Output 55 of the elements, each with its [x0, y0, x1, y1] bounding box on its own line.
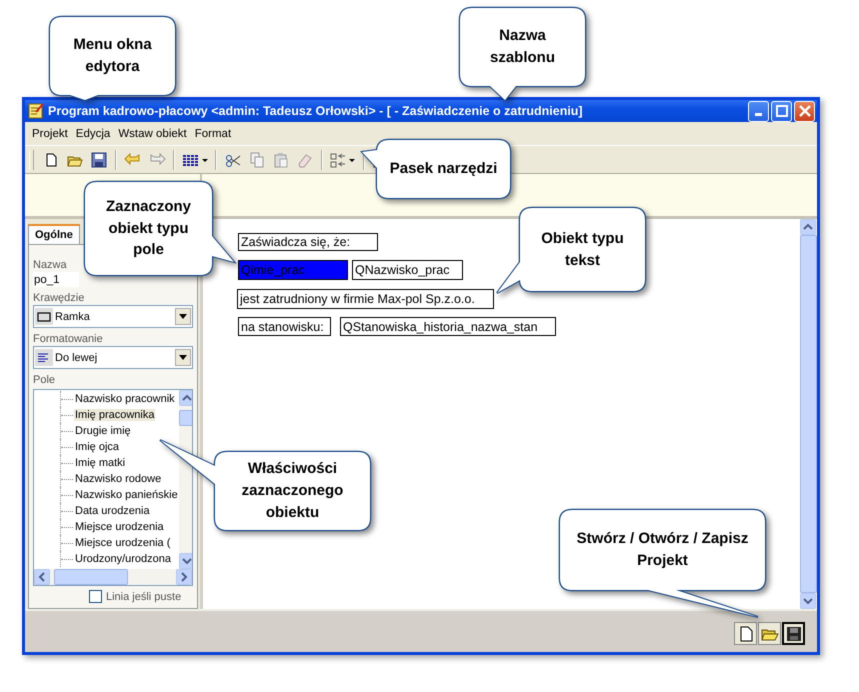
template-object[interactable]: QNazwisko_prac: [352, 260, 463, 280]
new-file-icon[interactable]: [734, 622, 757, 645]
tree-item[interactable]: Imię matki: [74, 457, 126, 469]
tree-item[interactable]: Nazwisko pracownik: [74, 393, 176, 405]
maximize-icon: [776, 105, 788, 117]
tree-item[interactable]: Data urodzenia: [74, 505, 151, 517]
tree-item[interactable]: Miejsce urodzenia: [74, 521, 165, 533]
tree-item[interactable]: Miejsce urodzenia (: [74, 537, 172, 549]
caret-icon: [179, 314, 187, 319]
rectangle-icon: [37, 312, 51, 322]
open-folder-icon[interactable]: [758, 622, 781, 645]
tree-item[interactable]: Urodzony/urodzona: [74, 553, 172, 565]
checkbox[interactable]: [89, 590, 102, 603]
field-label: Pole: [33, 374, 56, 386]
save-icon[interactable]: [782, 622, 805, 645]
tree-item[interactable]: Nazwisko panieńskie: [74, 489, 179, 501]
tree-item[interactable]: Imię ojca: [74, 441, 120, 453]
caret-icon: [179, 355, 187, 360]
callout-text: Zaznaczony obiekt typu pole: [104, 196, 192, 260]
callout-text: Obiekt typu tekst: [540, 228, 625, 270]
dropdown[interactable]: Do lewej: [33, 346, 193, 369]
scrollbar-thumb[interactable]: [54, 569, 128, 585]
dropdown[interactable]: Ramka: [33, 305, 193, 328]
maximize-button[interactable]: [771, 100, 792, 122]
minimize-button[interactable]: [748, 100, 769, 122]
tree-item[interactable]: Imię pracownika: [74, 409, 156, 421]
checkbox-label: Linia jeśli puste: [106, 590, 182, 602]
notepad-icon: [28, 103, 44, 119]
callout-text: Pasek narzędzi: [390, 159, 498, 180]
menu-item[interactable]: Format: [192, 128, 238, 140]
menu-item[interactable]: Wstaw obiekt: [116, 128, 193, 140]
template-object[interactable]: jest zatrudniony w firmie Max-pol Sp.z.o.o.: [237, 289, 494, 309]
tab[interactable]: Ogólne: [28, 224, 80, 244]
callout-text: Menu okna edytora: [72, 35, 153, 77]
close-button[interactable]: [794, 100, 815, 122]
scrollbar[interactable]: [34, 569, 192, 585]
tree-item[interactable]: Nazwisko rodowe: [74, 473, 162, 485]
close-icon: [798, 105, 810, 117]
field-label: Nazwa: [33, 259, 68, 271]
field-label: Formatowanie: [33, 333, 104, 345]
callout-text: Nazwa szablonu: [488, 26, 556, 68]
input-field[interactable]: po_1: [33, 272, 79, 287]
menu-item[interactable]: Edycja: [74, 128, 116, 140]
tree-item[interactable]: Drugie imię: [74, 425, 132, 437]
minimize-icon: [755, 112, 762, 116]
field-label: Krawędzie: [33, 292, 86, 304]
template-object[interactable]: QStanowiska_historia_nazwa_stan: [340, 317, 556, 336]
scrollbar-thumb[interactable]: [178, 410, 192, 426]
window-title: Program kadrowo-płacowy <admin: Tadeusz Orłowski> - [ - Zaświadczenie o zatrudnieniu]: [48, 104, 584, 118]
template-object[interactable]: na stanowisku:: [238, 317, 331, 336]
menu-item[interactable]: Projekt: [30, 128, 74, 140]
callout-text: Właściwości zaznaczonego obiektu: [240, 459, 344, 523]
callout-text: Stwórz / Otwórz / Zapisz Projekt: [576, 529, 750, 571]
align-left-icon: [38, 352, 50, 362]
scrollbar[interactable]: [178, 390, 192, 569]
